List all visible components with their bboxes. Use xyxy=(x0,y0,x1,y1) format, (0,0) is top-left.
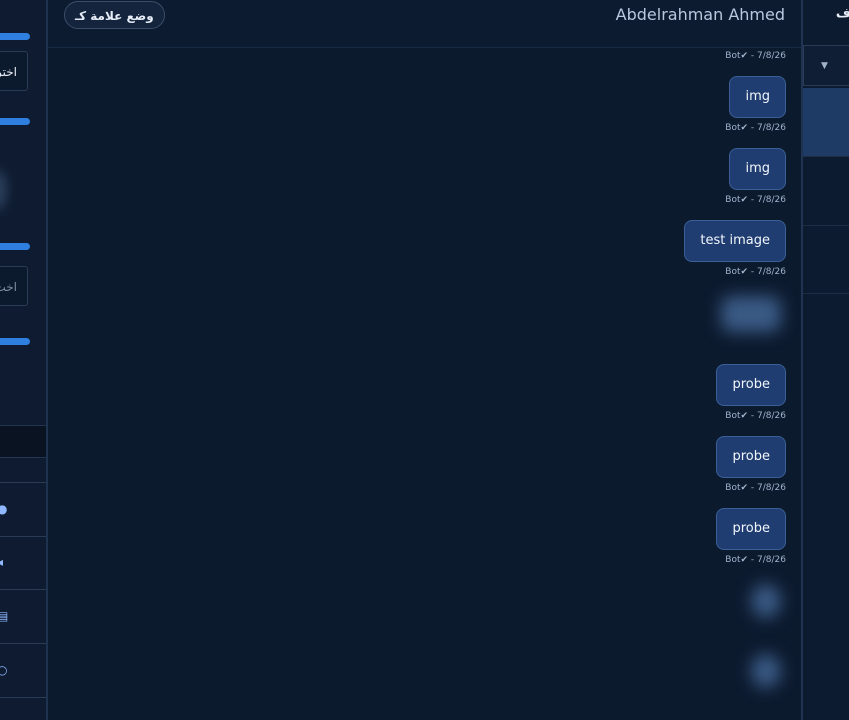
section-indicator xyxy=(0,118,30,125)
message-meta: Bot✔ - 7/8/26 xyxy=(725,123,786,133)
conversation-item[interactable] xyxy=(803,88,849,157)
message-meta: Bot✔ - 7/8/26 xyxy=(725,483,786,493)
message-meta: Bot✔ - 7/8/26 xyxy=(725,51,786,61)
check-circle-icon: ● xyxy=(0,502,7,516)
mark-as-button[interactable]: وضع علامة كـ xyxy=(64,1,165,29)
message-meta: Bot✔ - 7/8/26 xyxy=(725,267,786,277)
select-field[interactable]: اختر xyxy=(0,51,28,91)
right-filter-select[interactable]: ▼ xyxy=(803,45,849,86)
left-menu-item[interactable]: ● xyxy=(0,482,46,537)
sound-icon: ◂ xyxy=(0,555,6,569)
message-bubble[interactable]: probe xyxy=(716,364,786,406)
message-bubble[interactable]: test image xyxy=(684,220,786,262)
contact-name: Abdelrahman Ahmed xyxy=(615,5,785,24)
message-meta: Bot✔ - 7/8/26 xyxy=(725,411,786,421)
blurred-message[interactable] xyxy=(751,584,781,618)
left-divider-bar xyxy=(0,425,46,458)
message-meta: Bot✔ - 7/8/26 xyxy=(725,195,786,205)
left-menu-item[interactable]: ▤ xyxy=(0,590,46,644)
section-indicator xyxy=(0,338,30,345)
clock-icon: ○ xyxy=(0,663,7,677)
right-panel: ف ▼ xyxy=(801,0,849,720)
select-field-text: اختر xyxy=(0,65,17,79)
chevron-down-icon: ▼ xyxy=(821,61,828,71)
right-panel-title: ف xyxy=(835,6,849,21)
blurred-message[interactable] xyxy=(751,654,781,688)
chat-header: Abdelrahman Ahmed وضع علامة كـ xyxy=(48,0,801,48)
conversation-item[interactable] xyxy=(803,157,849,226)
blurred-message[interactable] xyxy=(721,296,781,332)
left-menu-item[interactable]: ◂ xyxy=(0,536,46,590)
section-indicator xyxy=(0,243,30,250)
message-meta: Bot✔ - 7/8/26 xyxy=(725,555,786,565)
section-indicator xyxy=(0,33,30,40)
chat-panel: Abdelrahman Ahmed وضع علامة كـ Bot✔ - 7/… xyxy=(48,0,801,720)
message-bubble[interactable]: img xyxy=(729,148,786,190)
message-bubble[interactable]: probe xyxy=(716,436,786,478)
left-panel: اختر اخت ● ◂ ▤ ○ xyxy=(0,0,48,720)
select-field-placeholder: اخت xyxy=(0,280,17,294)
conversation-item[interactable] xyxy=(803,225,849,294)
message-bubble[interactable]: probe xyxy=(716,508,786,550)
message-bubble[interactable]: img xyxy=(729,76,786,118)
calendar-icon: ▤ xyxy=(0,609,8,623)
blurred-content xyxy=(0,170,6,210)
select-field[interactable]: اخت xyxy=(0,266,28,306)
left-menu-item[interactable]: ○ xyxy=(0,644,46,698)
